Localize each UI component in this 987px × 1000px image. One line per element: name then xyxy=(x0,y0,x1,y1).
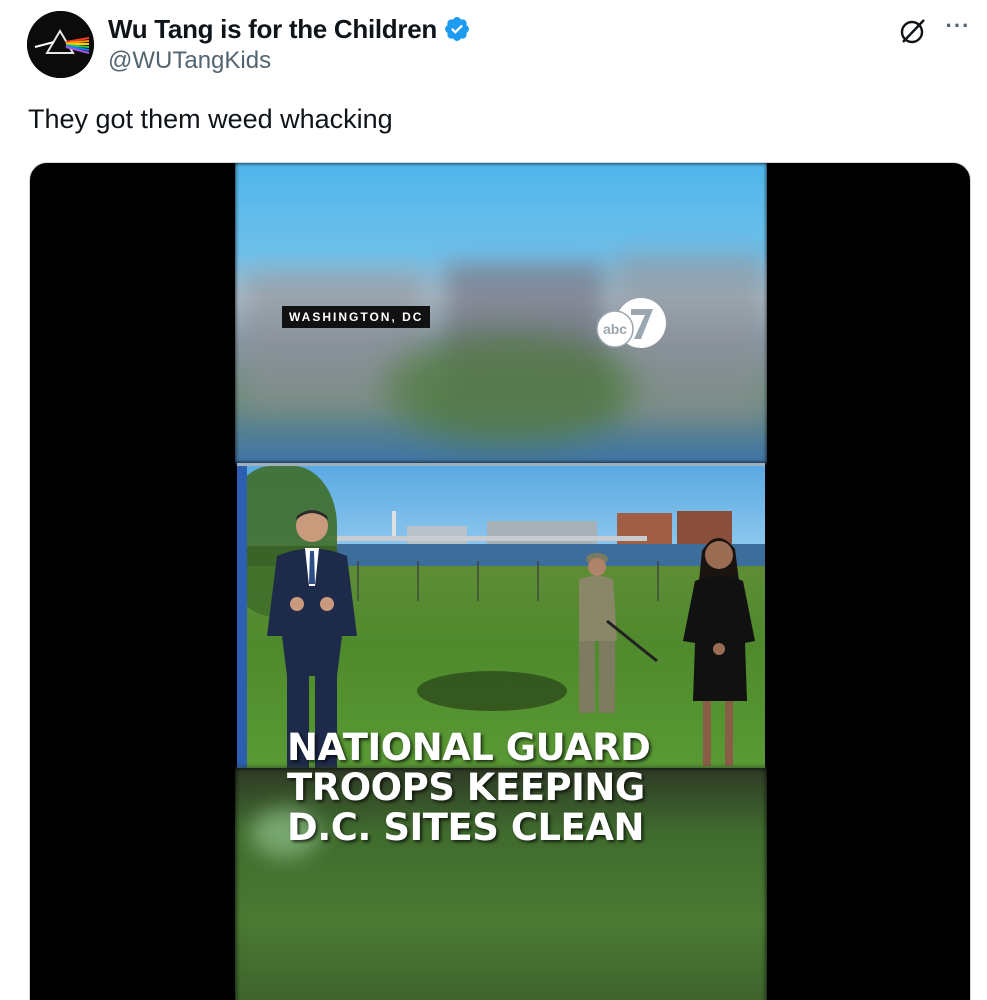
tweet-text: They got them weed whacking xyxy=(28,104,393,134)
location-tag: WASHINGTON, DC xyxy=(282,306,431,328)
more-options-button[interactable]: ··· xyxy=(940,14,976,44)
author-handle[interactable]: @WUTangKids xyxy=(108,47,271,75)
video-player[interactable]: WASHINGTON, DC abc NATIONAL GUARD TROOPS… xyxy=(29,162,971,1000)
studio-inset-image xyxy=(237,463,765,768)
avatar[interactable] xyxy=(27,11,94,78)
headline-line-1: NATIONAL GUARD xyxy=(287,726,651,769)
author-display-name[interactable]: Wu Tang is for the Children xyxy=(108,14,437,45)
tweet: Wu Tang is for the Children @WUTangKids … xyxy=(0,0,987,1000)
avatar-prism-icon xyxy=(27,11,94,78)
headline-caption: NATIONAL GUARD TROOPS KEEPING D.C. SITES… xyxy=(287,728,757,848)
verified-badge-icon xyxy=(444,17,469,41)
grok-icon xyxy=(900,19,925,44)
headline-line-2: TROOPS KEEPING xyxy=(287,766,645,809)
soldier-figure xyxy=(579,553,658,713)
grok-button[interactable] xyxy=(896,14,930,48)
abc7-logo-icon: abc xyxy=(596,298,666,348)
abc-logo-text: abc xyxy=(603,321,627,337)
author-name-row[interactable]: Wu Tang is for the Children xyxy=(108,12,471,46)
video-frame[interactable]: WASHINGTON, DC abc NATIONAL GUARD TROOPS… xyxy=(235,163,767,1000)
headline-line-3: D.C. SITES CLEAN xyxy=(287,806,644,849)
